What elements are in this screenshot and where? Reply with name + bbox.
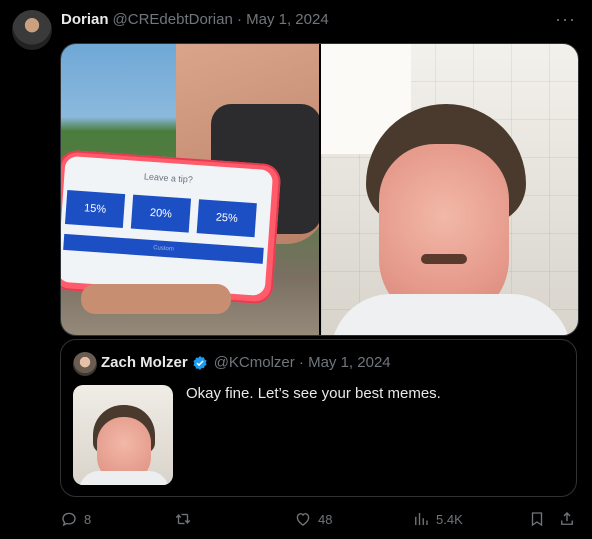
fingers-shape (81, 284, 231, 314)
views-chart-icon (415, 513, 428, 525)
quoted-handle-date[interactable]: @KCmolzer · May 1, 2024 (214, 354, 391, 371)
share-icon (561, 512, 573, 525)
phone-device: Leave a tip? 15% 20% 25% Custom (61, 149, 282, 305)
bookmark-icon (531, 512, 543, 527)
tip-option-20: 20% (130, 194, 192, 233)
reply-button[interactable]: 8 (60, 510, 91, 528)
media-image-selfie[interactable] (321, 44, 578, 335)
quoted-tweet-text: Okay fine. Let’s see your best memes. (186, 385, 441, 402)
more-options-icon[interactable]: ··· (555, 9, 576, 30)
verified-badge-icon (193, 355, 207, 370)
like-button[interactable]: 48 (294, 510, 332, 528)
tip-options: 15% 20% 25% (61, 190, 271, 238)
tip-option-15: 15% (64, 190, 126, 228)
shirt-shape (331, 294, 571, 335)
retweet-icon (175, 513, 191, 525)
reply-icon (62, 512, 76, 527)
like-count: 48 (318, 511, 333, 527)
heart-icon (296, 513, 310, 526)
views-button[interactable]: 5.4K (412, 510, 463, 528)
views-count: 5.4K (436, 511, 463, 527)
tip-title: Leave a tip? (143, 171, 194, 185)
share-button[interactable] (558, 510, 576, 528)
tip-option-25: 25% (196, 199, 257, 238)
author-avatar[interactable] (12, 10, 52, 50)
quoted-author-name[interactable]: Zach Molzer (101, 354, 188, 371)
tweet-header: Dorian @CREdebtDorian · May 1, 2024 (61, 10, 329, 28)
quoted-tweet-header: Zach Molzer @KCmolzer · May 1, 2024 (101, 354, 391, 371)
tweet-media[interactable]: Leave a tip? 15% 20% 25% Custom (60, 43, 579, 336)
tip-custom-bar: Custom (63, 233, 264, 264)
bookmark-button[interactable] (528, 510, 546, 528)
thumb-shirt (79, 471, 169, 485)
reply-count: 8 (84, 511, 92, 527)
phone-screen: Leave a tip? 15% 20% 25% Custom (61, 155, 274, 297)
media-image-tip-screen[interactable]: Leave a tip? 15% 20% 25% Custom (61, 44, 319, 335)
author-handle-date[interactable]: @CREdebtDorian · May 1, 2024 (113, 11, 329, 28)
tweet-actions: 8 48 5.4K (60, 510, 580, 530)
retweet-button[interactable] (174, 510, 198, 528)
author-name[interactable]: Dorian (61, 11, 109, 28)
quoted-author-avatar[interactable] (73, 352, 97, 376)
quoted-tweet[interactable]: Zach Molzer @KCmolzer · May 1, 2024 Okay… (60, 339, 577, 497)
mustache-shape (421, 254, 467, 264)
quoted-media-thumbnail[interactable] (73, 385, 173, 485)
